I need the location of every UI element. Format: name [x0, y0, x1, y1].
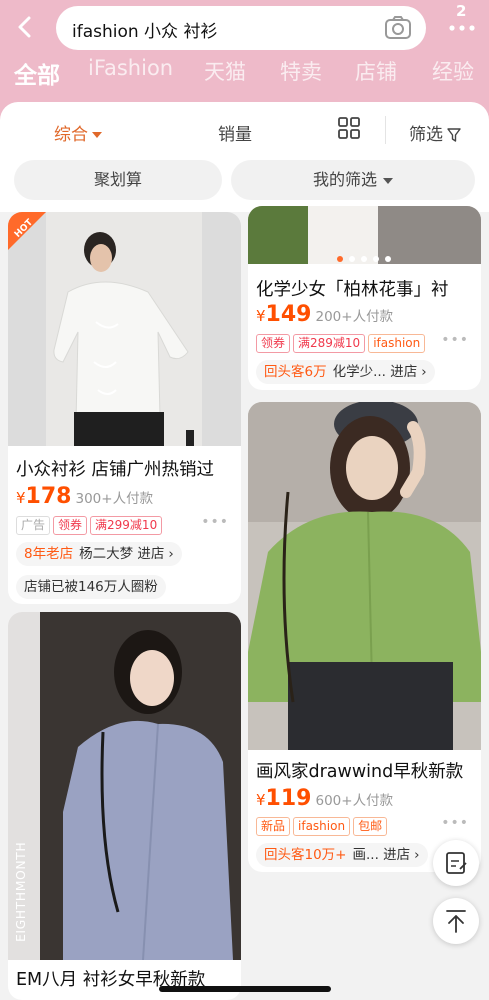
back-to-top-icon	[446, 910, 466, 933]
new-tag: 新品	[256, 817, 291, 836]
more-options-icon[interactable]: •••	[441, 815, 469, 831]
product-price: 119	[265, 786, 312, 811]
my-filter-chip[interactable]: 我的筛选	[231, 160, 475, 200]
product-card[interactable]: 画风家drawwind早秋新款 ¥119 600+人付款 新品 ifashion 包邮…	[248, 402, 481, 872]
tab-ifashion[interactable]: iFashion	[88, 56, 173, 80]
enter-store-label: 进店	[383, 847, 411, 863]
message-badge: 2	[456, 2, 467, 20]
filter-label: 筛选	[409, 125, 443, 145]
filter-button[interactable]: 筛选	[409, 120, 461, 145]
ad-tag: 广告	[16, 516, 51, 535]
chevron-right-icon: ›	[414, 847, 420, 863]
currency-symbol: ¥	[16, 489, 26, 507]
product-card[interactable]: EIGHTHMONTH EM八月 衬衫女早秋新款	[8, 612, 241, 1000]
more-options-icon[interactable]: •••	[201, 514, 229, 530]
store-age-tag: 8年老店	[24, 546, 74, 562]
store-link[interactable]: 8年老店 杨二大梦 进店 ›	[16, 542, 182, 566]
juhuasuan-chip-label: 聚划算	[93, 170, 142, 189]
sort-divider	[385, 116, 386, 144]
tab-stores[interactable]: 店铺	[355, 56, 397, 86]
product-title: 画风家drawwind早秋新款	[256, 762, 464, 782]
category-tabs: 全部 iFashion 天猫 特卖 店铺 经验	[0, 56, 489, 89]
ifashion-tag: ifashion	[293, 817, 351, 836]
sort-filter-panel: 综合 销量 筛选 聚划算 我的筛选	[0, 102, 489, 212]
my-filter-chip-label: 我的筛选	[312, 170, 377, 189]
ifashion-tag: ifashion	[368, 334, 426, 353]
tab-sale[interactable]: 特卖	[280, 56, 322, 86]
discount-tag: 满299减10	[90, 516, 163, 535]
chevron-right-icon: ›	[168, 546, 174, 562]
price-row: ¥178 300+人付款	[16, 484, 153, 509]
store-link[interactable]: 回头客10万+ 画... 进店 ›	[256, 843, 428, 867]
chevron-right-icon: ›	[421, 364, 427, 380]
tab-all[interactable]: 全部	[14, 56, 60, 90]
free-shipping-tag: 包邮	[353, 817, 388, 836]
product-image	[248, 402, 481, 750]
sold-count: 600+人付款	[315, 793, 394, 809]
home-indicator	[159, 986, 331, 992]
product-title: 小众衬衫 店铺广州热销过	[16, 460, 215, 480]
back-icon[interactable]	[10, 12, 40, 42]
discount-tag: 满289减10	[293, 334, 366, 353]
product-card[interactable]: HOT 小众衬衫 店铺广州热销过 ¥178 300+人付款 广告 领券 满299减10…	[8, 212, 241, 604]
search-query-text: ifashion 小众 衬衫	[72, 22, 218, 42]
price-row: ¥119 600+人付款	[256, 786, 393, 811]
repeat-customer-tag: 回头客6万	[264, 364, 327, 380]
store-link[interactable]: 回头客6万 化学少... 进店 ›	[256, 360, 435, 384]
chevron-down-icon	[383, 177, 393, 184]
store-name: 杨二大梦	[79, 546, 134, 562]
tab-experience[interactable]: 经验	[432, 56, 474, 86]
coupon-tag: 领券	[53, 516, 88, 535]
product-image: EIGHTHMONTH	[8, 612, 241, 960]
grid-view-icon[interactable]	[338, 117, 360, 139]
store-name: 画...	[352, 847, 379, 863]
enter-store-label: 进店	[390, 364, 418, 380]
store-fans-pill: 店铺已被146万人圈粉	[16, 575, 166, 599]
product-image	[248, 206, 481, 264]
sold-count: 200+人付款	[315, 309, 394, 325]
more-options-icon[interactable]: •••	[441, 332, 469, 348]
sort-default[interactable]: 综合	[54, 120, 102, 145]
tag-row: 新品 ifashion 包邮	[256, 816, 390, 836]
currency-symbol: ¥	[256, 791, 266, 809]
currency-symbol: ¥	[256, 307, 266, 325]
enter-store-label: 进店	[137, 546, 165, 562]
edit-button[interactable]	[433, 840, 479, 886]
tag-row: 广告 领券 满299减10	[16, 515, 165, 535]
product-card[interactable]: 化学少女「柏林花事」衬 ¥149 200+人付款 领券 满289减10 ifashio…	[248, 206, 481, 390]
product-title: 化学少女「柏林花事」衬	[256, 280, 449, 300]
coupon-tag: 领券	[256, 334, 291, 353]
camera-icon[interactable]	[384, 15, 412, 41]
back-to-top-button[interactable]	[433, 898, 479, 944]
repeat-customer-tag: 回头客10万+	[264, 847, 347, 863]
product-price: 149	[265, 302, 312, 327]
filter-icon	[447, 128, 461, 142]
sort-sales[interactable]: 销量	[218, 120, 252, 145]
tag-row: 领券 满289减10 ifashion	[256, 333, 428, 353]
edit-icon	[446, 852, 467, 874]
search-input[interactable]: ifashion 小众 衬衫	[56, 6, 426, 50]
brand-print: EIGHTHMONTH	[13, 841, 28, 942]
juhuasuan-chip[interactable]: 聚划算	[14, 160, 222, 200]
price-row: ¥149 200+人付款	[256, 302, 393, 327]
sort-default-label: 综合	[54, 125, 88, 145]
sold-count: 300+人付款	[75, 491, 154, 507]
product-price: 178	[25, 484, 72, 509]
store-name: 化学少...	[332, 364, 386, 380]
hot-badge: HOT	[8, 212, 46, 250]
chevron-down-icon	[92, 132, 102, 138]
tab-tmall[interactable]: 天猫	[204, 56, 246, 86]
